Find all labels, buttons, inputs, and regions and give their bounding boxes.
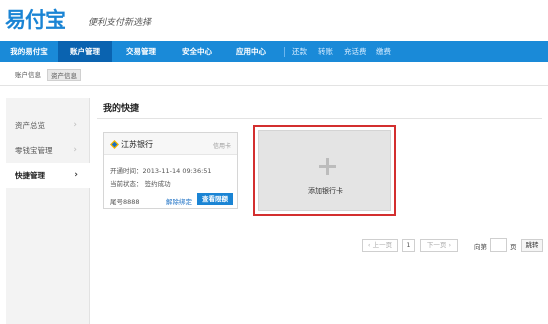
nav-app-center[interactable]: 应用中心: [224, 41, 278, 62]
sign-status: 当前状态： 签约成功: [110, 180, 171, 188]
add-bank-card-button[interactable]: 添加银行卡: [258, 130, 391, 211]
bank-name: 江苏银行: [121, 140, 153, 149]
nav-my-account[interactable]: 我的易付宝: [0, 41, 58, 62]
page-number-1[interactable]: 1: [402, 239, 415, 252]
goto-suffix: 页: [510, 243, 517, 251]
chevron-right-icon: ›: [73, 120, 77, 130]
goto-page-button[interactable]: 跳转: [521, 239, 543, 252]
sidebar-item-quick-pay[interactable]: 快捷管理 ›: [6, 163, 91, 188]
nav-transfer[interactable]: 转账: [318, 41, 333, 62]
bank-logo-icon: [110, 140, 119, 149]
goto-prefix: 向第: [474, 243, 487, 251]
nav-account-management[interactable]: 账户管理: [58, 41, 112, 62]
tab-asset-info[interactable]: 资产信息: [47, 69, 81, 81]
nav-security-center[interactable]: 安全中心: [170, 41, 224, 62]
chevron-right-icon: ›: [73, 145, 77, 155]
sidebar-item-asset-overview[interactable]: 资产总览 ›: [6, 113, 90, 138]
sidebar-item-label: 资产总览: [15, 121, 45, 130]
plus-icon: [319, 158, 336, 175]
unbind-link[interactable]: 解除绑定: [166, 196, 192, 206]
sidebar-item-label: 零钱宝管理: [15, 146, 53, 155]
nav-bill-pay[interactable]: 缴费: [376, 41, 391, 62]
add-bank-card-label: 添加银行卡: [308, 187, 343, 195]
main-nav: 我的易付宝 账户管理 交易管理 安全中心 应用中心 还款 转账 充话费 缴费: [0, 41, 548, 62]
sidebar: 资产总览 › 零钱宝管理 › 快捷管理 ›: [6, 98, 91, 324]
open-time: 开通时间：2013-11-14 09:36:51: [110, 167, 212, 175]
divider: [97, 118, 542, 119]
slogan: 便利支付新选择: [88, 18, 152, 28]
card-tail-number: 尾号8888: [110, 198, 140, 206]
page-number-input[interactable]: [490, 238, 507, 252]
bank-card-header: 江苏银行 信用卡: [104, 133, 237, 155]
sidebar-item-label: 快捷管理: [15, 171, 45, 180]
next-page-button[interactable]: 下一页 ›: [420, 239, 458, 252]
prev-page-button[interactable]: ‹ 上一页: [362, 239, 398, 252]
nav-phone-topup[interactable]: 充话费: [344, 41, 367, 62]
sub-nav: 账户信息 资产信息: [0, 62, 548, 86]
bank-card: 江苏银行 信用卡 开通时间：2013-11-14 09:36:51 当前状态： …: [103, 132, 238, 209]
nav-transactions[interactable]: 交易管理: [112, 41, 170, 62]
card-type: 信用卡: [212, 143, 231, 150]
page-title: 我的快捷: [103, 104, 140, 114]
logo[interactable]: 易付宝: [5, 4, 66, 34]
nav-divider: [284, 47, 285, 57]
nav-repay[interactable]: 还款: [292, 41, 307, 62]
add-bank-card-highlight: 添加银行卡: [253, 125, 396, 216]
header: 易付宝 便利支付新选择: [0, 0, 548, 40]
sidebar-item-change-treasure[interactable]: 零钱宝管理 ›: [6, 138, 90, 163]
chevron-right-icon: ›: [74, 170, 78, 180]
tab-account-info[interactable]: 账户信息: [12, 69, 44, 81]
view-limit-button[interactable]: 查看限额: [197, 193, 233, 205]
